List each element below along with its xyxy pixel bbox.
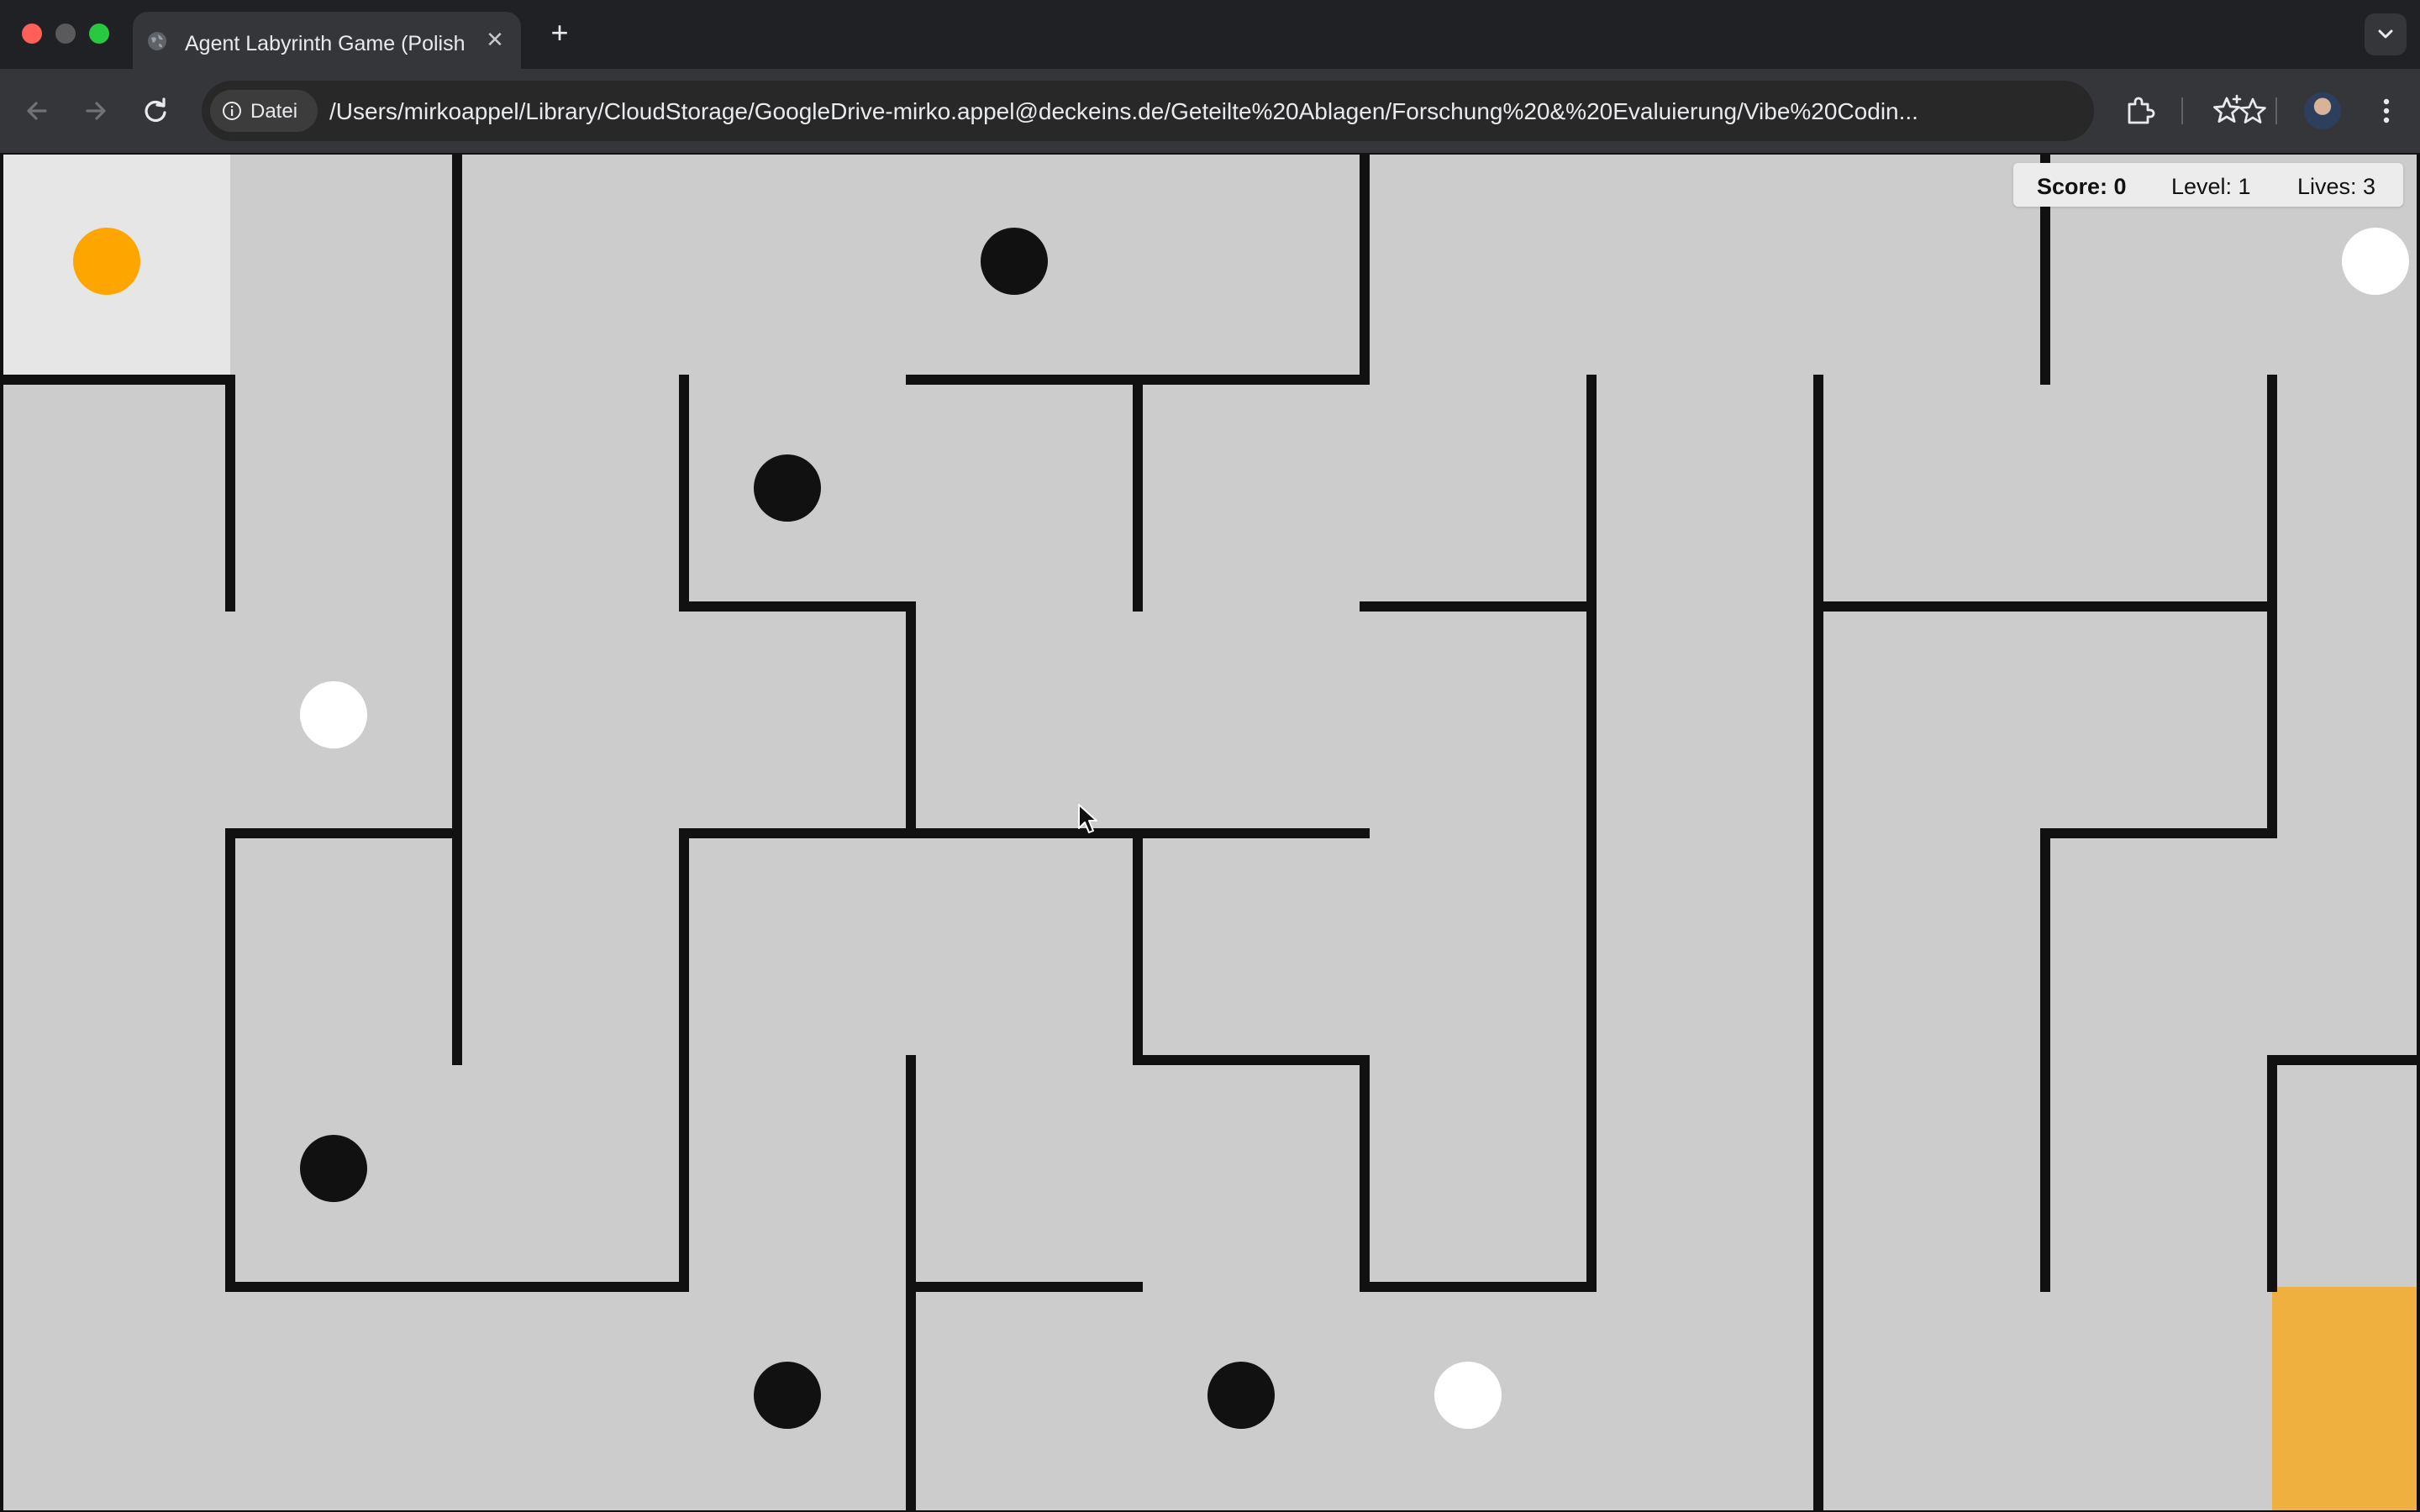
url-scheme-label: Datei: [250, 100, 298, 123]
goal-zone: [2272, 1287, 2420, 1512]
extensions-puzzle-icon[interactable]: [2119, 91, 2160, 131]
window-maximize-button[interactable]: [89, 24, 109, 44]
address-bar[interactable]: Datei /Users/mirkoappel/Library/CloudSto…: [202, 81, 2266, 141]
game-canvas[interactable]: Score: 0 Level: 1 Lives: 3: [0, 153, 2420, 1512]
enemy-orb: [1207, 1362, 1275, 1429]
toolbar-divider: [2181, 97, 2183, 124]
enemy-orb: [981, 228, 1048, 295]
enemy-orb: [754, 454, 821, 522]
browser-tab[interactable]: Agent Labyrinth Game (Polish ✕: [133, 12, 521, 69]
chevron-down-icon: [2378, 29, 2393, 39]
window-minimize-button[interactable]: [55, 24, 76, 44]
bookmarks-star-icon[interactable]: [2207, 91, 2247, 131]
enemy-orb: [300, 1135, 367, 1202]
more-menu-icon[interactable]: [2366, 91, 2407, 131]
forward-arrow-icon[interactable]: [74, 89, 118, 133]
game-hud: Score: 0 Level: 1 Lives: 3: [2013, 163, 2403, 207]
lives-display: Lives: 3: [2297, 174, 2376, 199]
new-tab-button[interactable]: +: [543, 17, 576, 50]
tab-strip: Agent Labyrinth Game (Polish ✕ +: [0, 0, 2420, 69]
collectible-orb: [300, 681, 367, 748]
tab-title: Agent Labyrinth Game (Polish: [185, 32, 466, 55]
url-text[interactable]: /Users/mirkoappel/Library/CloudStorage/G…: [329, 98, 2212, 125]
browser-toolbar: Datei /Users/mirkoappel/Library/CloudSto…: [0, 69, 2420, 153]
player-orb: [73, 228, 140, 295]
enemy-orb: [754, 1362, 821, 1429]
info-icon: [223, 102, 241, 120]
back-arrow-icon[interactable]: [15, 89, 59, 133]
site-info-chip[interactable]: Datei: [210, 90, 318, 132]
collectible-orb: [2342, 228, 2409, 295]
profile-avatar[interactable]: [2304, 92, 2341, 129]
toolbar-divider: [2275, 97, 2277, 124]
globe-icon: [148, 32, 166, 50]
tab-search-button[interactable]: [2365, 13, 2407, 55]
collectible-orb: [1434, 1362, 1502, 1429]
mouse-cursor-icon: [1078, 804, 1097, 833]
reload-icon[interactable]: [134, 89, 178, 133]
tab-close-icon[interactable]: ✕: [481, 25, 509, 54]
window-close-button[interactable]: [22, 24, 42, 44]
score-display: Score: 0: [2037, 174, 2127, 199]
maze-board: [0, 153, 2420, 1512]
level-display: Level: 1: [2171, 174, 2251, 199]
